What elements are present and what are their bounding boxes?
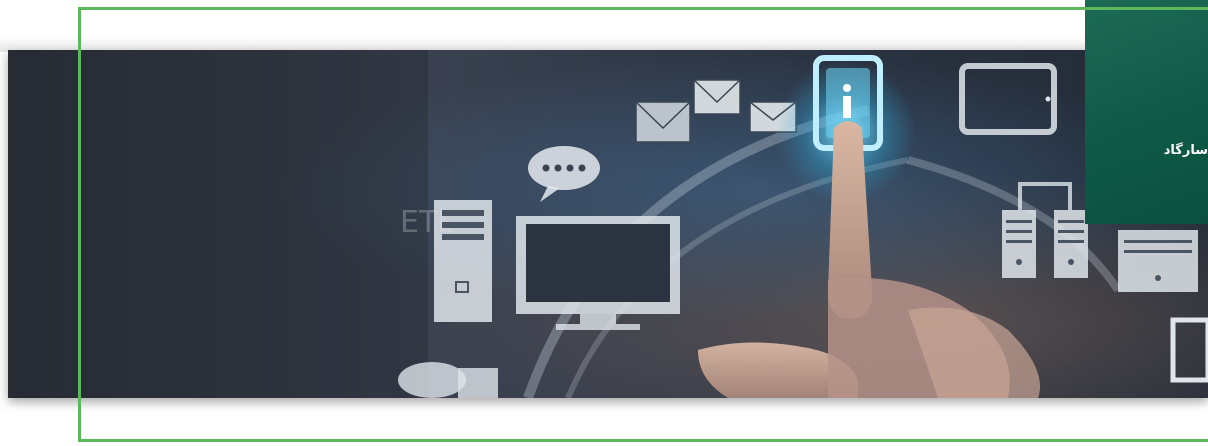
mail-icon	[635, 101, 691, 143]
desktop-tower-icon	[434, 200, 492, 322]
mail-icon	[693, 79, 741, 115]
left-vignette	[8, 50, 428, 398]
monitor-icon	[516, 216, 680, 330]
info-card: ﺳﺎرﮔﺎد	[1085, 0, 1208, 224]
chat-bubble-icon	[528, 146, 600, 202]
hero-banner: ETL	[8, 50, 1208, 398]
camera-icon	[398, 362, 498, 398]
tablet-icon	[959, 63, 1057, 135]
info-card-text: ﺳﺎرﮔﺎد	[1163, 143, 1208, 158]
hero-illustration: ETL	[8, 50, 1208, 398]
